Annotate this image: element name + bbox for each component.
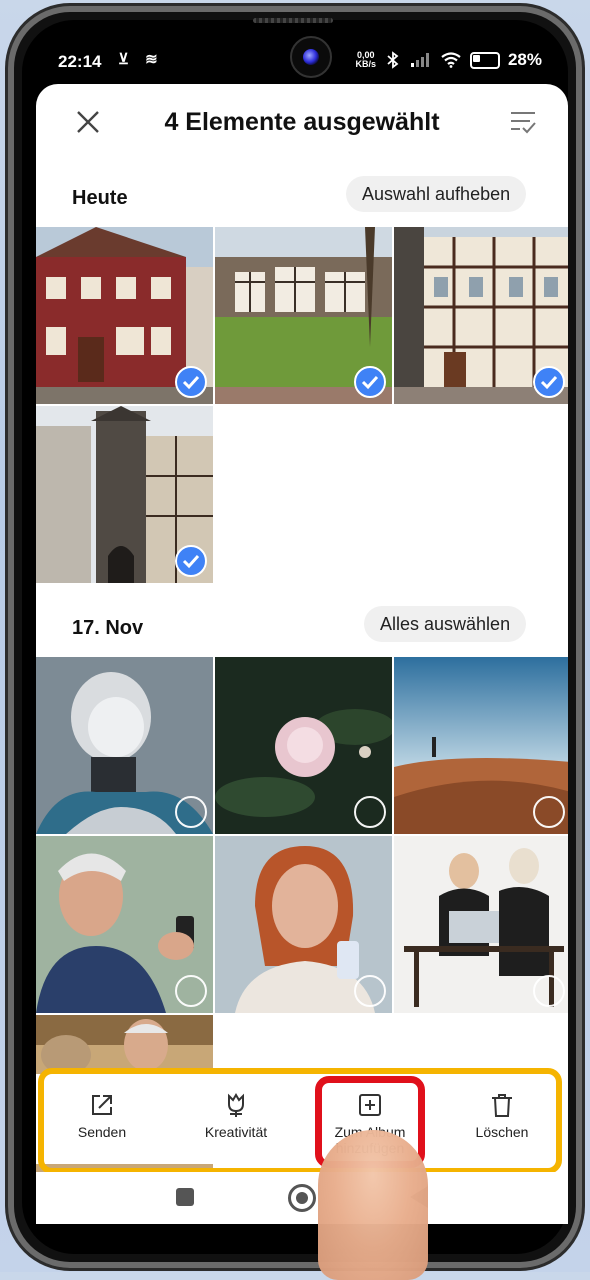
signal-icon [410,53,429,67]
selected-check-icon[interactable] [175,366,207,398]
pointing-finger [318,1130,428,1280]
section-label-nov17: 17. Nov [72,617,144,639]
page-title: 4 Elemente ausgewählt [164,108,440,136]
photo-thumb[interactable] [215,227,392,404]
photo-thumb[interactable] [394,657,568,834]
photo-thumb[interactable] [394,227,568,404]
network-speed: 0,00 KB/s [355,51,376,69]
system-nav-bar [36,1172,568,1224]
select-list-icon[interactable] [508,108,538,136]
selected-check-icon[interactable] [175,545,207,577]
battery-percent: 28% [507,50,542,69]
unselected-circle-icon[interactable] [533,796,565,828]
unselected-circle-icon[interactable] [533,975,565,1007]
bluetooth-icon [387,51,399,69]
deselect-all-button[interactable]: Auswahl aufheben [346,176,527,212]
unselected-circle-icon[interactable] [354,796,386,828]
status-notification-icons: ⊻ ≋ [118,51,164,68]
highlight-action-bar [38,1068,562,1174]
photo-thumb[interactable] [215,657,392,834]
home-icon[interactable] [288,1184,316,1212]
selected-check-icon[interactable] [533,366,565,398]
photo-thumb[interactable] [36,227,213,404]
section-label-today: Heute [72,187,128,209]
photo-thumb[interactable] [36,657,213,834]
status-bar: 22:14 ⊻ ≋ 0,00 KB/s 28% [36,46,556,76]
unselected-circle-icon[interactable] [175,975,207,1007]
selection-header: 4 Elemente ausgewählt [36,84,568,160]
status-right-group: 0,00 KB/s 28% [355,50,542,70]
photo-thumb[interactable] [215,836,392,1013]
network-speed-unit: KB/s [355,59,376,69]
gallery-screen: 4 Elemente ausgewählt Heute Auswahl aufh… [36,84,568,1224]
recents-icon[interactable] [176,1188,194,1206]
photo-thumb[interactable] [394,836,568,1013]
battery-icon [469,51,500,69]
selected-check-icon[interactable] [354,366,386,398]
unselected-circle-icon[interactable] [175,796,207,828]
earpiece-speaker [253,18,333,23]
select-all-button[interactable]: Alles auswählen [364,606,527,642]
wifi-icon [441,52,461,68]
unselected-circle-icon[interactable] [354,975,386,1007]
status-time: 22:14 [58,52,102,71]
photo-thumb[interactable] [36,406,213,583]
photo-thumb[interactable] [36,836,213,1013]
